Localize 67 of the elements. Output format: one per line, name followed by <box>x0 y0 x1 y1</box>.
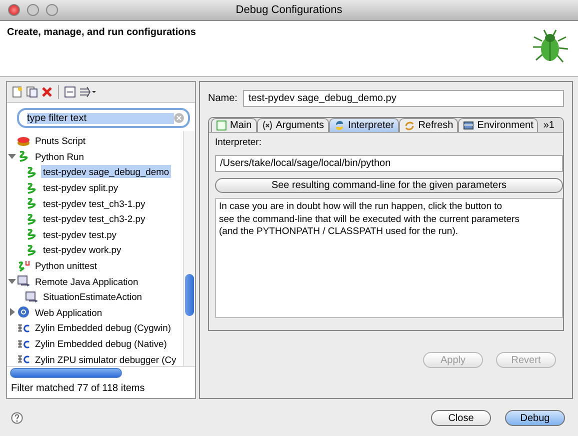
tree-item[interactable]: test-pydev split.py <box>41 181 120 194</box>
zoom-window-button[interactable] <box>46 4 58 16</box>
tree-item[interactable]: test-pydev test_ch3-1.py <box>41 196 148 210</box>
new-file-icon[interactable] <box>11 86 23 98</box>
collapse-arrow-icon[interactable] <box>7 276 17 286</box>
interpreter-label: Interpreter: <box>215 137 262 148</box>
page-icon <box>216 120 227 131</box>
header-title: Create, manage, and run configurations <box>7 27 196 38</box>
snake-icon <box>25 197 38 210</box>
name-label: Name: <box>208 93 238 104</box>
chip-icon <box>17 322 30 334</box>
tree-item[interactable]: SituationEstimateAction <box>41 290 144 304</box>
filter-status: Filter matched 77 of 118 items <box>10 382 146 396</box>
command-line-button[interactable]: See resulting command-line for the given parameters <box>215 178 563 193</box>
tree-item[interactable]: Pnuts Script <box>33 134 88 148</box>
info-text: In case you are in doubt how will the run happen, click the button to see the command-line that will be executed with the current parameters (and the PYTHONPATH / CLASSPATH used for the run). <box>215 198 563 318</box>
interpreter-field[interactable]: /Users/take/local/sage/local/bin/python <box>215 155 563 172</box>
filter-dropdown-icon[interactable] <box>79 86 97 98</box>
window-icon <box>25 290 38 303</box>
cylinder-icon <box>17 134 30 147</box>
tree-item[interactable]: Zylin Embedded debug (Native) <box>33 337 169 350</box>
duplicate-icon[interactable] <box>26 86 38 98</box>
minimize-window-button[interactable] <box>27 4 39 16</box>
delete-icon[interactable] <box>41 86 53 98</box>
name-field[interactable]: test-pydev sage_debug_demo.py <box>243 90 564 107</box>
tab[interactable]: Arguments <box>256 118 330 132</box>
snake-icon <box>25 182 38 194</box>
filter-field[interactable]: type filter text <box>17 108 190 128</box>
table-icon <box>463 120 474 131</box>
window-icon <box>17 275 30 288</box>
horizontal-scrollbar[interactable] <box>7 366 195 379</box>
window-title: Debug Configurations <box>236 4 342 16</box>
vertical-scrollbar[interactable] <box>183 131 195 366</box>
dialog-button[interactable]: Close <box>431 410 491 426</box>
tab[interactable]: Refresh <box>399 118 458 132</box>
tree-item[interactable]: Web Application <box>33 306 104 319</box>
tree-item[interactable]: test-pydev work.py <box>41 243 124 256</box>
dialog-button[interactable]: Debug <box>505 410 565 426</box>
chip-icon <box>17 353 30 366</box>
refresh-icon <box>404 120 416 131</box>
snake-icon <box>25 212 38 225</box>
globe-icon <box>17 306 30 318</box>
help-icon[interactable] <box>11 412 23 424</box>
collapse-all-icon[interactable] <box>64 86 76 98</box>
tree-item[interactable]: test-pydev test_ch3-2.py <box>41 212 148 226</box>
tree-item[interactable]: test-pydev test.py <box>41 228 118 241</box>
tab[interactable]: Environment <box>458 118 538 132</box>
snake-icon <box>25 244 38 256</box>
expand-arrow-icon[interactable] <box>7 307 17 318</box>
close-window-button[interactable] <box>8 4 20 16</box>
python-logo-icon <box>334 120 346 131</box>
snake-icon <box>25 228 38 240</box>
variable-icon <box>262 120 273 131</box>
tree-item[interactable]: Zylin Embedded debug (Cygwin) <box>33 321 174 334</box>
tab-overflow[interactable]: »1 <box>538 120 554 130</box>
tree-item[interactable]: Zylin ZPU simulator debugger (Cy <box>33 352 178 366</box>
snake-icon <box>17 150 30 162</box>
tree-item[interactable]: test-pydev sage_debug_demo <box>41 165 172 178</box>
tab[interactable]: Main <box>211 118 257 132</box>
snake-icon <box>25 166 38 178</box>
tree-item[interactable]: Python unittest <box>33 259 100 272</box>
tab[interactable]: Interpreter <box>329 118 400 132</box>
snake-icon <box>17 260 30 272</box>
chip-icon <box>17 338 30 350</box>
tree-item[interactable]: Remote Java Application <box>33 274 140 288</box>
collapse-arrow-icon[interactable] <box>7 151 17 162</box>
tree-item[interactable]: Python Run <box>33 150 86 163</box>
